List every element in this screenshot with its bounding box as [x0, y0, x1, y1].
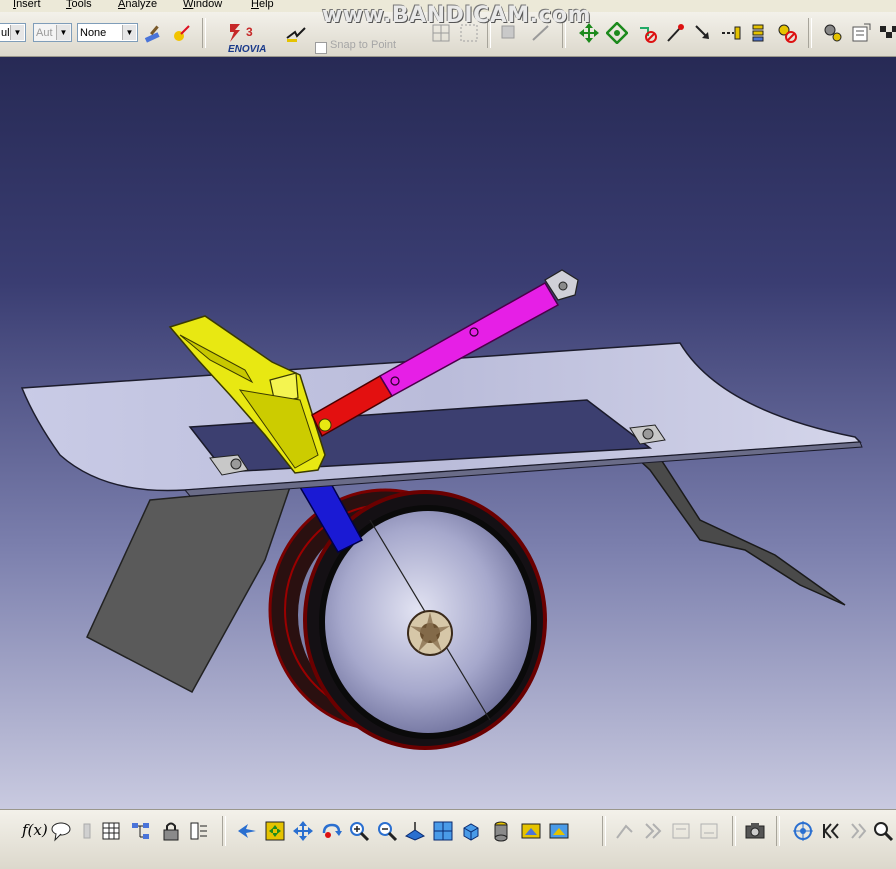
search-icon[interactable]	[872, 820, 894, 842]
snap-to-point-checkbox[interactable]	[315, 42, 327, 54]
combo-layer[interactable]: None ▼	[77, 23, 138, 42]
menu-help[interactable]: Help	[251, 0, 274, 10]
combo-thickness-value: Aut	[36, 27, 53, 39]
clash-icon[interactable]	[776, 22, 798, 44]
toolbar-separator	[202, 18, 206, 48]
menu-insert[interactable]: Insert	[13, 0, 41, 10]
fly-mode-icon[interactable]	[236, 820, 258, 842]
catalog-icon[interactable]	[850, 22, 872, 44]
menu-analyze[interactable]: Analyze	[118, 0, 157, 10]
rotate-icon[interactable]	[320, 820, 342, 842]
chevron-down-icon: ▼	[56, 25, 70, 40]
snap-to-point-label: Snap to Point	[330, 39, 397, 51]
chevron-down-icon: ▼	[10, 25, 24, 40]
comment-icon[interactable]	[50, 820, 72, 842]
camera-icon[interactable]	[744, 820, 766, 842]
magic-wand-icon[interactable]	[170, 22, 192, 44]
tree-icon[interactable]	[130, 820, 152, 842]
shading-icon[interactable]	[490, 820, 512, 842]
svg-text:3: 3	[246, 25, 253, 39]
zoom-in-icon[interactable]	[348, 820, 370, 842]
paint-brush-icon[interactable]	[142, 22, 164, 44]
gears-icon[interactable]	[822, 22, 844, 44]
disabled-list-icon	[672, 823, 690, 839]
snap-icon[interactable]	[606, 22, 628, 44]
disabled-catalog-icon	[700, 823, 718, 839]
zoom-out-icon[interactable]	[376, 820, 398, 842]
combo-line-type-value: ul	[1, 27, 10, 39]
list-icon[interactable]	[188, 820, 210, 842]
pan-icon[interactable]	[292, 820, 314, 842]
disabled-zoom-icon	[616, 824, 633, 839]
sketch-tools-icon[interactable]	[285, 22, 307, 44]
compass-target-icon[interactable]	[792, 820, 814, 842]
left-gear-door[interactable]	[86, 486, 292, 694]
combo-layer-value: None	[80, 27, 107, 39]
toolbar-separator	[222, 816, 226, 846]
chevron-down-icon: ▼	[122, 25, 136, 40]
rewind-icon[interactable]	[820, 820, 842, 842]
disabled-next-icon	[645, 823, 662, 839]
arrow-down-right-icon[interactable]	[692, 22, 714, 44]
no-collision-icon[interactable]	[636, 22, 658, 44]
fit-all-icon[interactable]	[264, 820, 286, 842]
toolbar-separator	[732, 816, 736, 846]
swap-space-icon[interactable]	[548, 820, 570, 842]
toolbar-separator	[808, 18, 812, 48]
toolbar-separator	[602, 816, 606, 846]
enovia-logo[interactable]: 3 ENOVIA	[226, 20, 276, 54]
landing-gear-assembly[interactable]	[0, 57, 896, 809]
lock-icon[interactable]	[160, 820, 182, 842]
forward-icon	[851, 823, 867, 839]
formula-icon[interactable]: f(x)	[22, 821, 48, 839]
toolbar-separator	[776, 816, 780, 846]
combo-thickness[interactable]: Aut ▼	[33, 23, 72, 42]
3d-viewport[interactable]	[0, 57, 896, 809]
explode-icon[interactable]	[720, 22, 742, 44]
arrow-up-right-icon[interactable]	[664, 22, 686, 44]
table-icon[interactable]	[100, 820, 122, 842]
multi-view-icon[interactable]	[432, 820, 454, 842]
normal-view-icon[interactable]	[404, 820, 426, 842]
bottom-toolbar: f(x)	[0, 809, 896, 869]
stack-icon[interactable]	[748, 22, 770, 44]
disabled-tool-icon	[83, 823, 91, 839]
menu-window[interactable]: Window	[183, 0, 222, 10]
bandicam-watermark: www.BANDICAM.com	[322, 3, 592, 28]
checker-icon[interactable]	[878, 22, 896, 44]
hide-show-icon[interactable]	[520, 820, 542, 842]
menu-tools[interactable]: Tools	[66, 0, 92, 10]
combo-line-type[interactable]: ul ▼	[0, 23, 26, 42]
enovia-label: ENOVIA	[228, 44, 266, 54]
iso-view-icon[interactable]	[460, 820, 482, 842]
